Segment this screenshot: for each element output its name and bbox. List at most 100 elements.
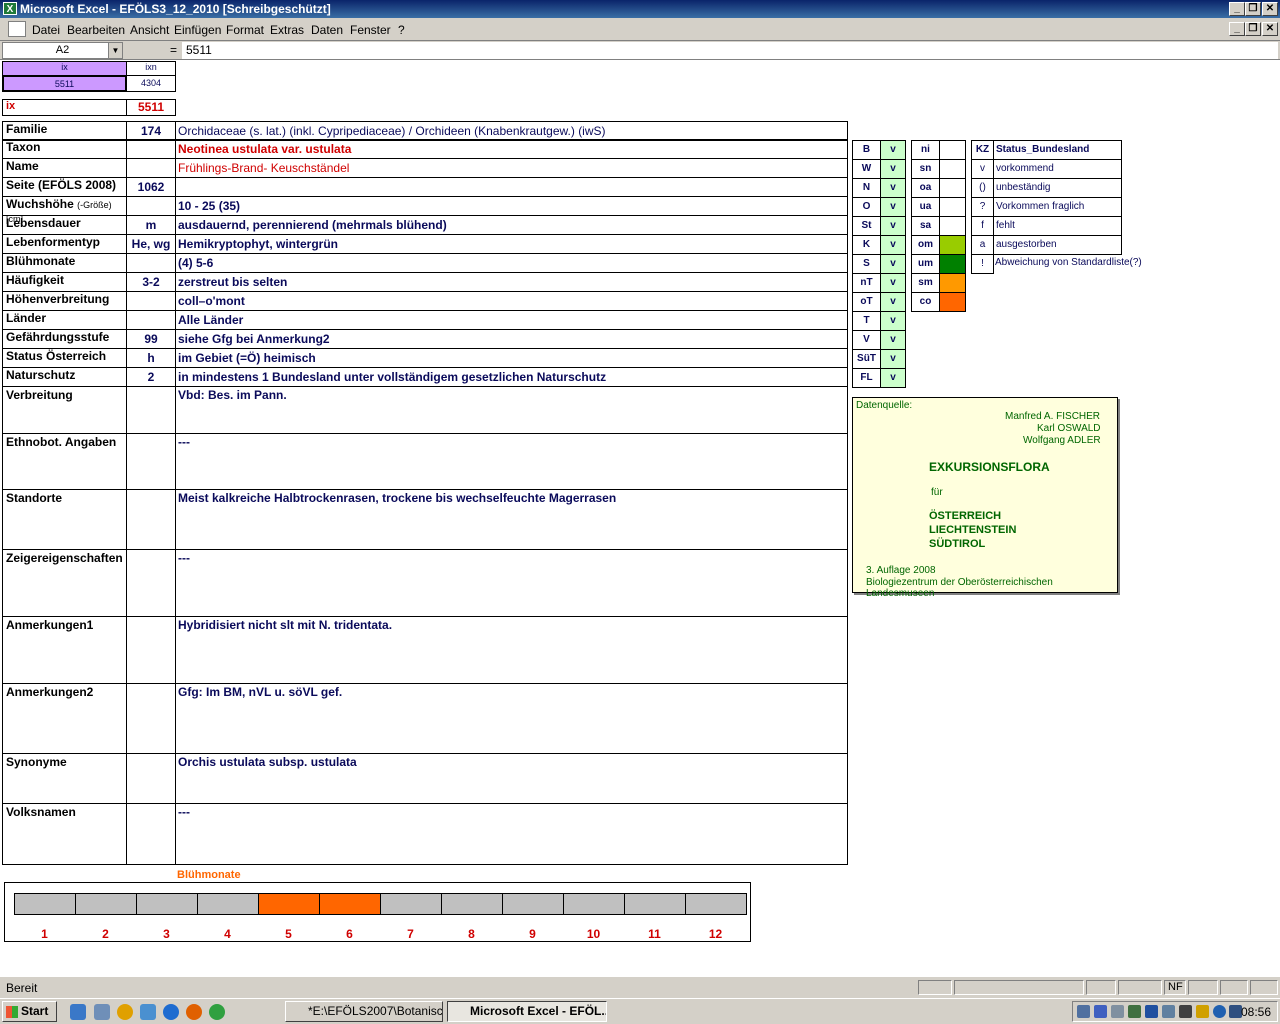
section-value[interactable]: --- [175, 549, 848, 617]
land-status[interactable]: v [880, 178, 906, 198]
land-status[interactable]: v [880, 140, 906, 160]
minimize-button[interactable]: _ [1229, 2, 1245, 16]
name-box[interactable]: A2 ▼ [2, 42, 123, 59]
maximize-button[interactable]: ❐ [1245, 2, 1261, 16]
land-status[interactable]: v [880, 197, 906, 217]
tray-shield-icon[interactable] [1145, 1005, 1158, 1018]
section-value[interactable]: Orchis ustulata subsp. ustulata [175, 753, 848, 804]
menu-einfuegen[interactable]: Einfügen [174, 23, 221, 37]
row-value[interactable]: ausdauernd, perennierend (mehrmals blühe… [175, 215, 848, 235]
tray-info-icon[interactable] [1213, 1005, 1226, 1018]
menu-extras[interactable]: Extras [270, 23, 304, 37]
doc-close-button[interactable]: ✕ [1262, 22, 1278, 36]
row-value[interactable]: Neotinea ustulata var. ustulata [175, 139, 848, 159]
row-value[interactable]: Frühlings-Brand- Keuschständel [175, 158, 848, 178]
row-code[interactable] [126, 158, 176, 178]
row-value[interactable]: siehe Gfg bei Anmerkung2 [175, 329, 848, 349]
land-status[interactable]: v [880, 216, 906, 236]
row-code[interactable] [126, 291, 176, 311]
quicklaunch-media-icon[interactable] [117, 1004, 133, 1020]
menu-daten[interactable]: Daten [311, 23, 343, 37]
section-code[interactable] [126, 683, 176, 754]
row-value[interactable]: coll–o'mont [175, 291, 848, 311]
close-button[interactable]: ✕ [1262, 2, 1278, 16]
ix-cell-selected[interactable]: 5511 [2, 75, 127, 92]
row-code[interactable] [126, 196, 176, 216]
row-value[interactable]: in mindestens 1 Bundesland unter vollstä… [175, 367, 848, 387]
row-code[interactable]: 2 [126, 367, 176, 387]
section-code[interactable] [126, 386, 176, 434]
row-value[interactable] [175, 177, 848, 197]
quicklaunch-firefox-icon[interactable] [186, 1004, 202, 1020]
start-button[interactable]: Start [2, 1001, 57, 1022]
row-value[interactable]: Hemikryptophyt, wintergrün [175, 234, 848, 254]
ixn-cell[interactable]: 4304 [126, 75, 176, 92]
row-value[interactable]: im Gebiet (=Ö) heimisch [175, 348, 848, 368]
section-value[interactable]: --- [175, 803, 848, 865]
section-value[interactable]: Hybridisiert nicht slt mit N. tridentata… [175, 616, 848, 684]
section-code[interactable] [126, 753, 176, 804]
tray-security-icon[interactable] [1196, 1005, 1209, 1018]
quicklaunch-chrome-icon[interactable] [209, 1004, 225, 1020]
row-code[interactable]: 99 [126, 329, 176, 349]
tray-monitor-icon[interactable] [1077, 1005, 1090, 1018]
land-status[interactable]: v [880, 235, 906, 255]
row-value[interactable]: zerstreut bis selten [175, 272, 848, 292]
ixn-header: ixn [126, 61, 176, 76]
row-code[interactable]: He, wg [126, 234, 176, 254]
land-status[interactable]: v [880, 159, 906, 179]
document-icon[interactable] [8, 21, 26, 37]
menu-ansicht[interactable]: Ansicht [130, 23, 169, 37]
section-value[interactable]: Gfg: Im BM, nVL u. söVL gef. [175, 683, 848, 754]
section-value[interactable]: --- [175, 433, 848, 490]
task-notepad[interactable]: *E:\EFÖLS2007\Botanisc... [285, 1001, 443, 1022]
row-code[interactable]: 3-2 [126, 272, 176, 292]
quicklaunch-ie-icon[interactable] [163, 1004, 179, 1020]
land-status[interactable]: v [880, 368, 906, 388]
section-value[interactable]: Vbd: Bes. im Pann. [175, 386, 848, 434]
task-excel[interactable]: Microsoft Excel - EFÖL... [447, 1001, 607, 1022]
land-status[interactable]: v [880, 311, 906, 331]
tray-search-icon[interactable] [1111, 1005, 1124, 1018]
row-value[interactable]: 10 - 25 (35) [175, 196, 848, 216]
menu-bearbeiten[interactable]: Bearbeiten [67, 23, 125, 37]
menu-format[interactable]: Format [226, 23, 264, 37]
doc-restore-button[interactable]: ❐ [1245, 22, 1261, 36]
tray-app-icon[interactable] [1128, 1005, 1141, 1018]
row-code[interactable] [126, 139, 176, 159]
row-code[interactable] [126, 310, 176, 330]
quicklaunch-desktop-icon[interactable] [70, 1004, 86, 1020]
month-bar [197, 893, 259, 915]
land-status[interactable]: v [880, 349, 906, 369]
row-code[interactable]: m [126, 215, 176, 235]
quicklaunch-network-icon[interactable] [140, 1004, 156, 1020]
doc-minimize-button[interactable]: _ [1229, 22, 1245, 36]
menu-datei[interactable]: Datei [32, 23, 60, 37]
tray-volume-icon[interactable] [1179, 1005, 1192, 1018]
section-code[interactable] [126, 433, 176, 490]
quicklaunch-explorer-icon[interactable] [94, 1004, 110, 1020]
land-status[interactable]: v [880, 254, 906, 274]
formula-input[interactable]: 5511 [182, 42, 1278, 59]
section-code[interactable] [126, 549, 176, 617]
row-value[interactable]: Orchidaceae (s. lat.) (inkl. Cypripediac… [175, 121, 848, 141]
name-box-dropdown-icon[interactable]: ▼ [108, 43, 122, 58]
row-code[interactable] [126, 253, 176, 273]
row-value[interactable]: Alle Länder [175, 310, 848, 330]
row-code[interactable]: 1062 [126, 177, 176, 197]
tray-network-icon[interactable] [1094, 1005, 1107, 1018]
section-code[interactable] [126, 489, 176, 550]
worksheet[interactable]: ix ixn 5511 4304 ix 5511 Familie 174 Orchi… [0, 60, 1280, 976]
row-code[interactable]: h [126, 348, 176, 368]
section-value[interactable]: Meist kalkreiche Halbtrockenrasen, trock… [175, 489, 848, 550]
land-status[interactable]: v [880, 330, 906, 350]
section-code[interactable] [126, 616, 176, 684]
row-code[interactable]: 174 [126, 121, 176, 141]
row-value[interactable]: (4) 5-6 [175, 253, 848, 273]
menu-fenster[interactable]: Fenster [350, 23, 391, 37]
land-status[interactable]: v [880, 292, 906, 312]
land-status[interactable]: v [880, 273, 906, 293]
menu-help[interactable]: ? [398, 23, 405, 37]
tray-update-icon[interactable] [1162, 1005, 1175, 1018]
section-code[interactable] [126, 803, 176, 865]
